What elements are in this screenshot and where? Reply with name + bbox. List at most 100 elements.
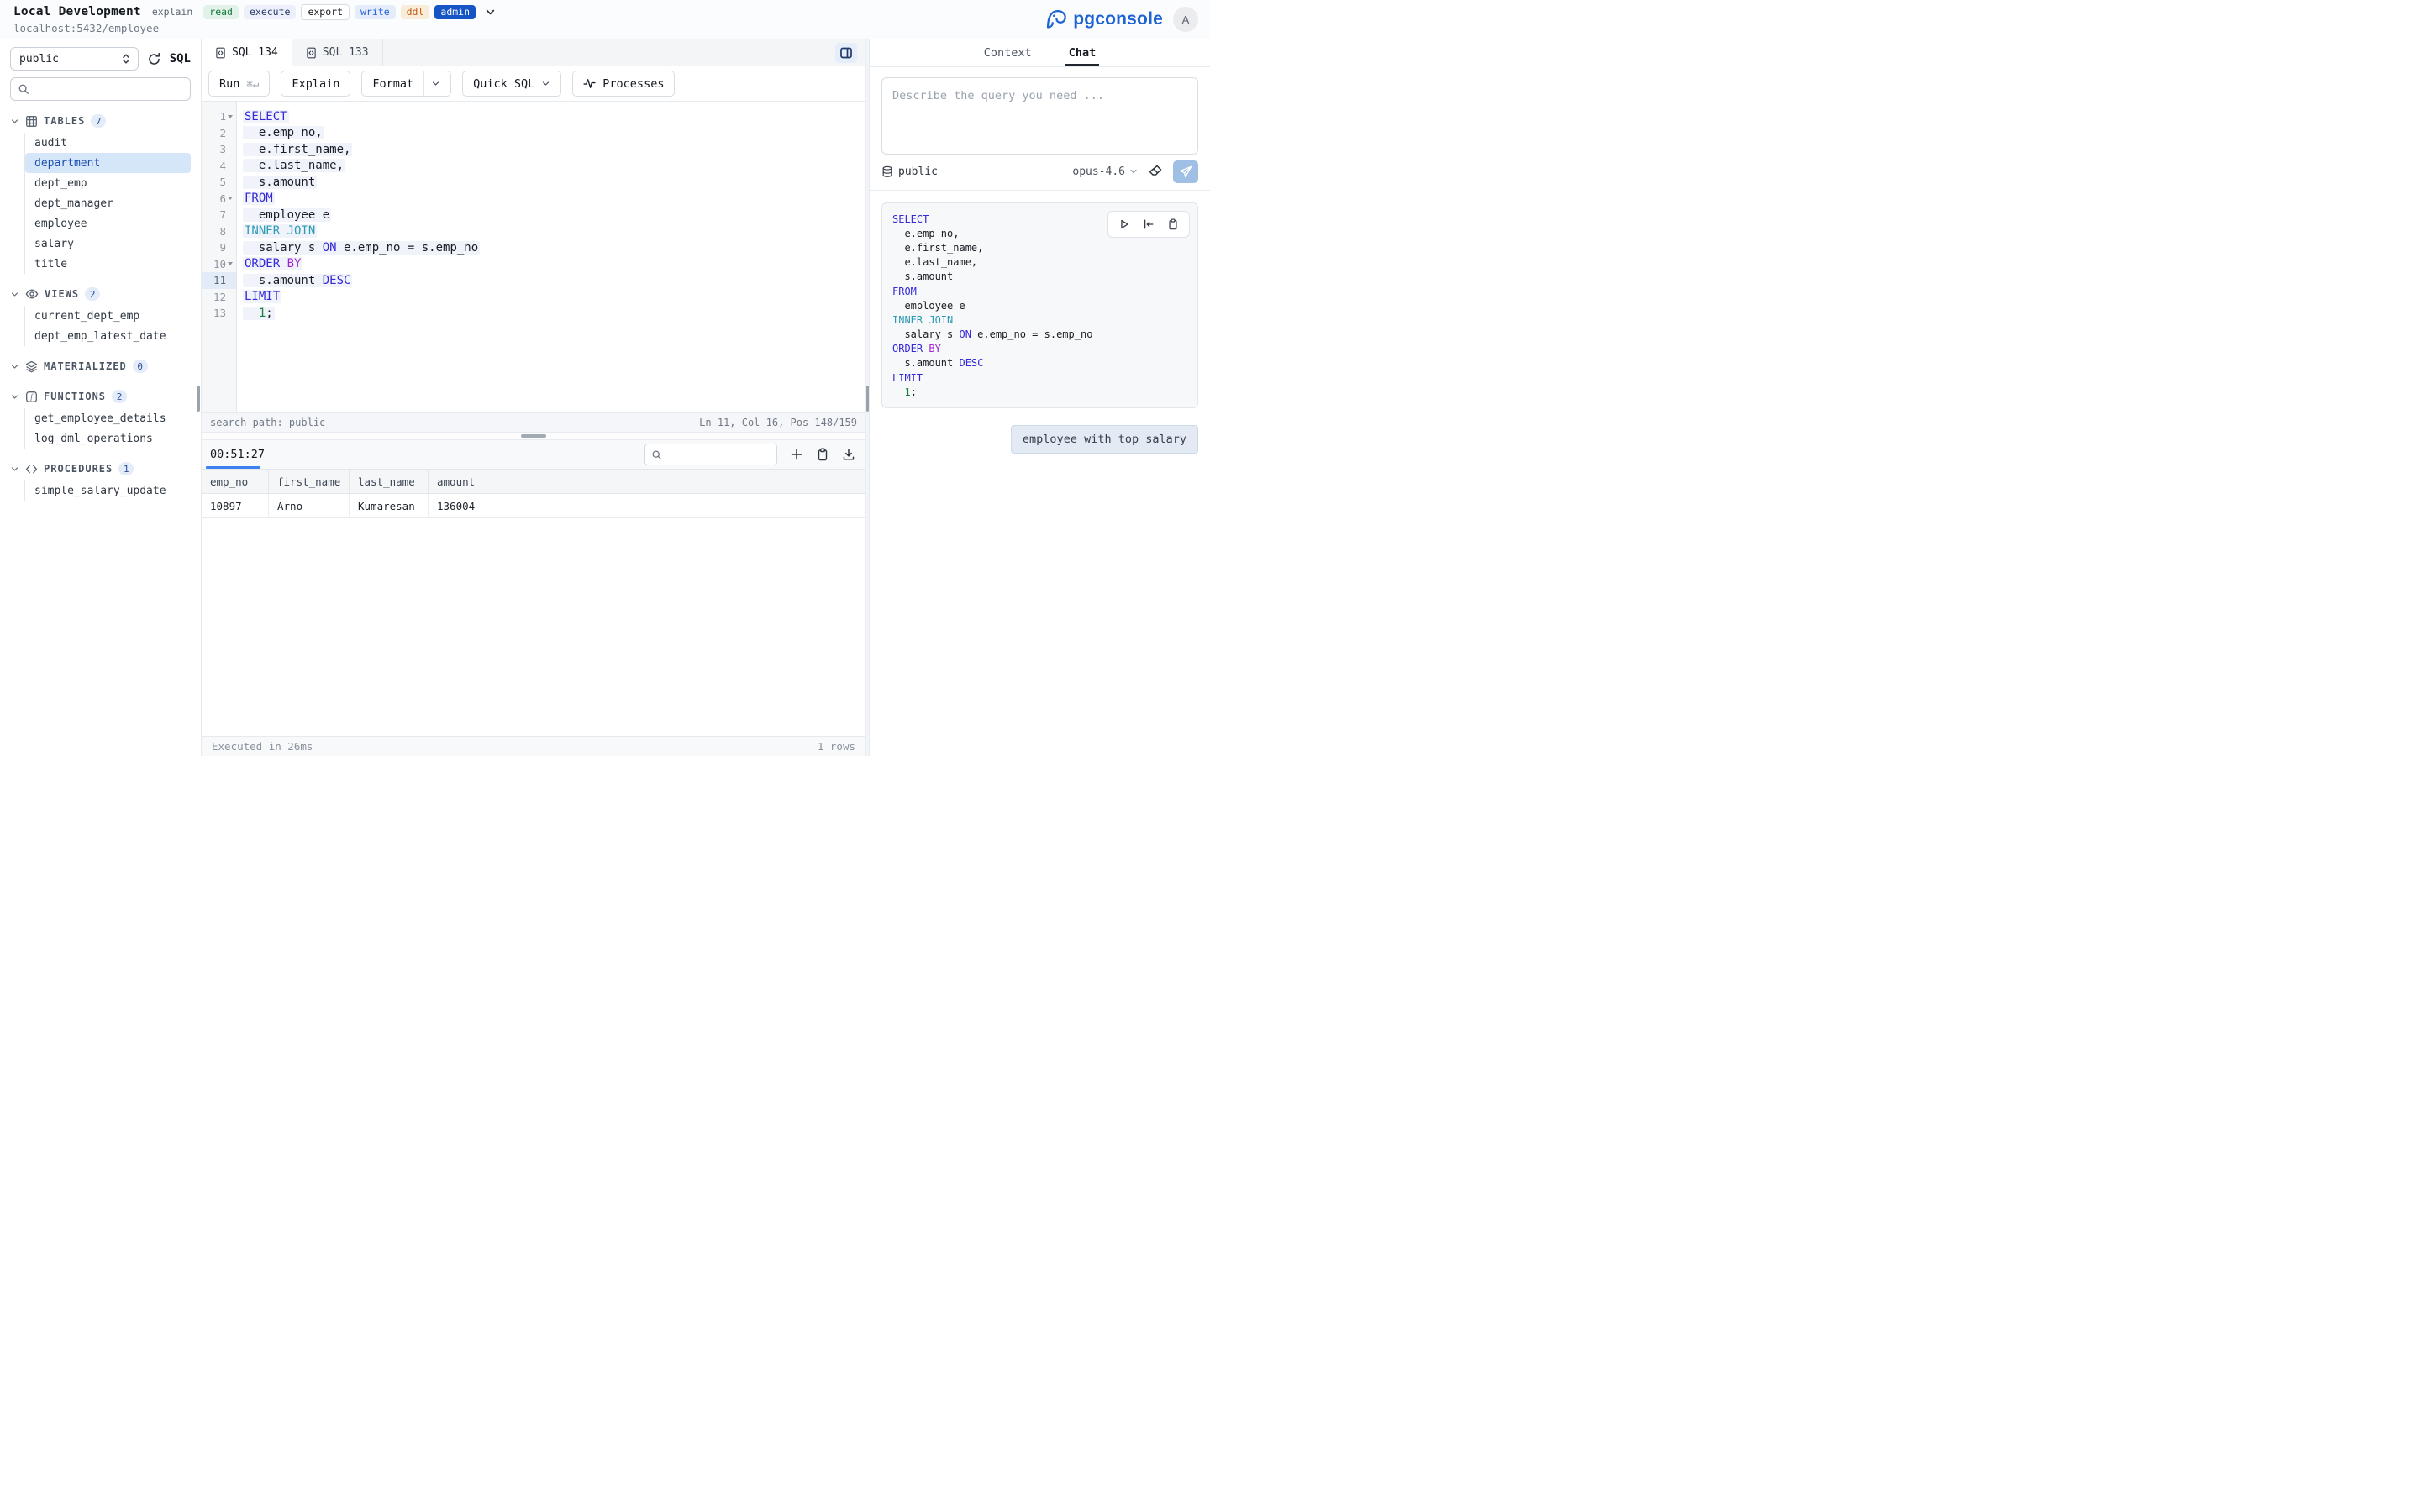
tab-context[interactable]: Context bbox=[982, 39, 1034, 66]
fold-arrow-icon[interactable] bbox=[226, 197, 234, 200]
cell-first_name: Arno bbox=[269, 494, 350, 517]
permission-badge-export[interactable]: export bbox=[301, 4, 350, 21]
insert-into-editor-icon[interactable] bbox=[1143, 218, 1155, 230]
tree-item-current_dept_emp[interactable]: current_dept_emp bbox=[25, 306, 191, 326]
permission-badge-execute[interactable]: execute bbox=[244, 5, 296, 20]
code-tokens: s.amount DESC bbox=[243, 274, 352, 287]
query-tab-bar: SQL 134SQL 133 bbox=[202, 39, 865, 66]
assistant-code-line-9: salary s ON e.emp_no = s.emp_no bbox=[892, 328, 1187, 342]
code-line-7: employee e bbox=[237, 207, 865, 223]
add-row-icon[interactable] bbox=[790, 448, 803, 461]
copy-results-icon[interactable] bbox=[816, 448, 829, 461]
table-grid-icon bbox=[25, 115, 38, 128]
execution-timer: 00:51:27 bbox=[210, 448, 265, 461]
main-scrollbar[interactable] bbox=[866, 386, 869, 412]
section-header-functions[interactable]: fFUNCTIONS2 bbox=[10, 386, 191, 407]
assistant-code-line-5: s.amount bbox=[892, 270, 1187, 284]
results-search-input[interactable] bbox=[667, 449, 771, 461]
run-snippet-icon[interactable] bbox=[1118, 218, 1130, 230]
editor-toolbar: Run⌘↵ Explain Format Quick SQL Processes bbox=[202, 66, 865, 102]
result-tab-timer[interactable]: 00:51:27 bbox=[202, 440, 273, 469]
tree-item-dept_emp_latest_date[interactable]: dept_emp_latest_date bbox=[25, 326, 191, 346]
tree-item-department[interactable]: department bbox=[25, 153, 191, 173]
table-row[interactable]: 10897ArnoKumaresan136004 bbox=[202, 494, 865, 518]
section-header-views[interactable]: VIEWS2 bbox=[10, 284, 191, 304]
results-search[interactable] bbox=[644, 444, 777, 465]
run-button[interactable]: Run⌘↵ bbox=[208, 71, 270, 97]
permission-badge-write[interactable]: write bbox=[355, 5, 396, 20]
column-header-first_name[interactable]: first_name bbox=[269, 470, 350, 493]
code-line-4: e.last_name, bbox=[237, 158, 865, 175]
sql-file-icon bbox=[215, 47, 226, 59]
section-header-tables[interactable]: TABLES7 bbox=[10, 111, 191, 131]
database-icon bbox=[881, 165, 893, 178]
sql-mode-label[interactable]: SQL bbox=[170, 52, 191, 66]
avatar[interactable]: A bbox=[1173, 7, 1198, 32]
object-tree: TABLES7auditdepartmentdept_empdept_manag… bbox=[10, 111, 191, 511]
section-header-procedures[interactable]: PROCEDURES1 bbox=[10, 459, 191, 479]
line-number: 8 bbox=[219, 225, 226, 238]
line-number-4: 4 bbox=[202, 158, 236, 175]
model-select[interactable]: opus-4.6 bbox=[1072, 165, 1138, 178]
chevron-down-icon[interactable] bbox=[485, 7, 496, 18]
tree-item-salary[interactable]: salary bbox=[25, 234, 191, 254]
column-header-amount[interactable]: amount bbox=[429, 470, 497, 493]
tree-item-audit[interactable]: audit bbox=[25, 133, 191, 153]
layers-icon bbox=[25, 360, 38, 373]
line-number-9: 9 bbox=[202, 239, 236, 256]
quick-sql-button[interactable]: Quick SQL bbox=[462, 71, 561, 97]
editor-gutter: 12345678910111213 bbox=[202, 102, 237, 412]
processes-button[interactable]: Processes bbox=[572, 71, 675, 97]
copy-snippet-icon[interactable] bbox=[1167, 218, 1179, 230]
send-icon bbox=[1180, 165, 1192, 178]
chevron-down-icon bbox=[10, 362, 19, 371]
permission-badge-explain[interactable]: explain bbox=[152, 5, 198, 20]
sql-editor[interactable]: 12345678910111213 SELECT e.emp_no, e.fir… bbox=[202, 102, 865, 412]
format-button[interactable]: Format bbox=[361, 71, 451, 97]
fold-arrow-icon[interactable] bbox=[226, 115, 234, 118]
column-header-last_name[interactable]: last_name bbox=[350, 470, 429, 493]
results-footer: Executed in 26ms 1 rows bbox=[202, 736, 865, 756]
tab-sql-134[interactable]: SQL 134 bbox=[202, 39, 292, 66]
sidebar-scrollbar[interactable] bbox=[197, 386, 200, 412]
explain-button[interactable]: Explain bbox=[281, 71, 350, 97]
connection-info: Local Development explainreadexecuteexpo… bbox=[13, 0, 496, 39]
tab-sql-133[interactable]: SQL 133 bbox=[292, 39, 383, 66]
split-panel-button[interactable] bbox=[835, 43, 857, 63]
refresh-icon[interactable] bbox=[147, 52, 161, 66]
send-button[interactable] bbox=[1173, 160, 1198, 183]
editor-code[interactable]: SELECT e.emp_no, e.first_name, e.last_na… bbox=[237, 102, 865, 412]
tree-item-simple_salary_update[interactable]: simple_salary_update bbox=[25, 480, 191, 501]
permission-badge-read[interactable]: read bbox=[203, 5, 239, 20]
user-message: employee with top salary bbox=[1011, 425, 1198, 454]
permission-badge-ddl[interactable]: ddl bbox=[401, 5, 430, 20]
line-number: 12 bbox=[213, 291, 226, 303]
vertical-divider[interactable] bbox=[865, 39, 870, 756]
chat-input[interactable]: Describe the query you need ... bbox=[881, 77, 1198, 155]
execution-time-label: Executed in 26ms bbox=[212, 740, 313, 753]
section-header-materialized[interactable]: MATERIALIZED0 bbox=[10, 356, 191, 376]
horizontal-splitter[interactable] bbox=[202, 433, 865, 439]
schema-sidebar: public SQL TABLES7auditdepartmentdept_em… bbox=[0, 39, 202, 756]
tree-item-get_employee_details[interactable]: get_employee_details bbox=[25, 408, 191, 428]
tree-item-log_dml_operations[interactable]: log_dml_operations bbox=[25, 428, 191, 449]
permission-badge-admin[interactable]: admin bbox=[434, 5, 476, 20]
clear-chat-icon[interactable] bbox=[1148, 164, 1163, 179]
download-results-icon[interactable] bbox=[842, 448, 855, 461]
tab-chat[interactable]: Chat bbox=[1067, 39, 1098, 66]
tree-item-dept_manager[interactable]: dept_manager bbox=[25, 193, 191, 213]
sidebar-search[interactable] bbox=[10, 77, 191, 101]
section-count-badge: 2 bbox=[112, 390, 127, 403]
tree-item-employee[interactable]: employee bbox=[25, 213, 191, 234]
tree-section-tables: TABLES7auditdepartmentdept_empdept_manag… bbox=[10, 111, 191, 274]
fold-arrow-icon[interactable] bbox=[226, 262, 234, 265]
schema-select[interactable]: public bbox=[10, 47, 139, 71]
column-header-emp_no[interactable]: emp_no bbox=[202, 470, 269, 493]
chat-input-placeholder: Describe the query you need ... bbox=[892, 89, 1104, 102]
tree-item-dept_emp[interactable]: dept_emp bbox=[25, 173, 191, 193]
splitter-grip-icon bbox=[521, 434, 546, 438]
schema-context-chip[interactable]: public bbox=[881, 165, 938, 178]
tree-item-title[interactable]: title bbox=[25, 254, 191, 274]
cursor-position-status: Ln 11, Col 16, Pos 148/159 bbox=[699, 417, 857, 428]
sidebar-search-input[interactable] bbox=[34, 83, 183, 96]
